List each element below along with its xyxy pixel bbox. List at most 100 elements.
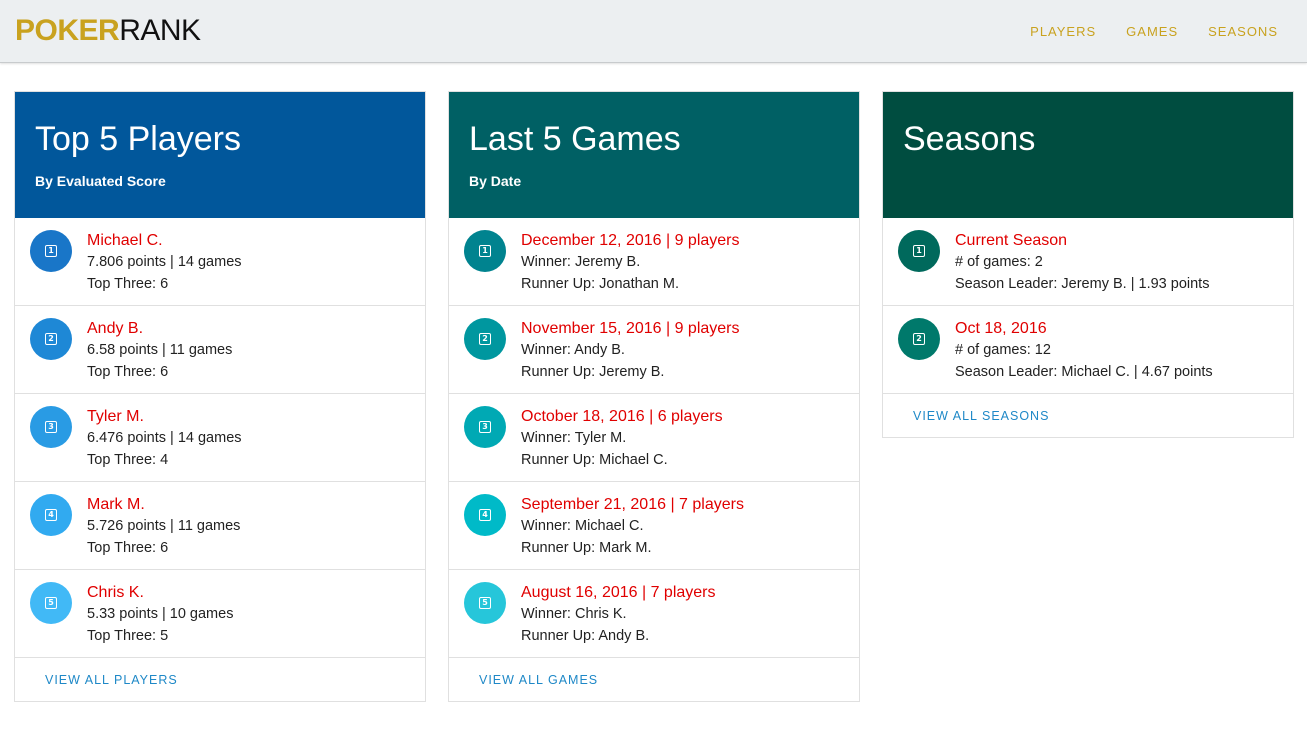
game-title-link[interactable]: September 21, 2016 | 7 players: [521, 495, 859, 515]
rank-badge: 1: [464, 230, 506, 272]
rank-badge: 3: [30, 406, 72, 448]
player-item: 2 Andy B. 6.58 points | 11 games Top Thr…: [15, 306, 425, 394]
season-title-link[interactable]: Oct 18, 2016: [955, 319, 1293, 339]
nav-link-games[interactable]: GAMES: [1111, 24, 1193, 39]
rank-number-icon: 4: [45, 509, 57, 521]
game-item: 5 August 16, 2016 | 7 players Winner: Ch…: [449, 570, 859, 658]
game-winner: Winner: Andy B.: [521, 342, 625, 358]
rank-number-icon: 2: [913, 333, 925, 345]
card-subtitle: By Date: [469, 173, 522, 189]
seasons-list: 1 Current Season # of games: 2 Season Le…: [883, 218, 1293, 394]
rank-badge: 5: [30, 582, 72, 624]
game-title-link[interactable]: December 12, 2016 | 9 players: [521, 231, 859, 251]
card-footer: VIEW ALL SEASONS: [883, 394, 1293, 437]
player-name-link[interactable]: Tyler M.: [87, 407, 425, 427]
game-winner: Winner: Jeremy B.: [521, 254, 641, 270]
player-name-link[interactable]: Andy B.: [87, 319, 425, 339]
player-top-three: Top Three: 6: [87, 276, 169, 292]
view-all-players-link[interactable]: VIEW ALL PLAYERS: [45, 673, 178, 687]
game-title-link[interactable]: October 18, 2016 | 6 players: [521, 407, 859, 427]
rank-number-icon: 5: [479, 597, 491, 609]
view-all-seasons-link[interactable]: VIEW ALL SEASONS: [913, 409, 1049, 423]
player-points: 6.58 points | 11 games: [87, 342, 233, 358]
rank-badge: 2: [30, 318, 72, 360]
player-top-three: Top Three: 6: [87, 540, 169, 556]
rank-number-icon: 1: [479, 245, 491, 257]
player-points: 5.33 points | 10 games: [87, 606, 234, 622]
top-players-card: Top 5 Players By Evaluated Score 1 Micha…: [14, 91, 426, 702]
card-footer: VIEW ALL PLAYERS: [15, 658, 425, 701]
card-title: Seasons: [903, 120, 1036, 158]
game-item: 3 October 18, 2016 | 6 players Winner: T…: [449, 394, 859, 482]
card-title: Last 5 Games: [469, 120, 681, 158]
rank-number-icon: 1: [913, 245, 925, 257]
rank-badge: 2: [464, 318, 506, 360]
game-winner: Winner: Michael C.: [521, 518, 644, 534]
game-runner-up: Runner Up: Michael C.: [521, 452, 668, 468]
player-top-three: Top Three: 6: [87, 364, 169, 380]
rank-number-icon: 2: [479, 333, 491, 345]
player-name-link[interactable]: Chris K.: [87, 583, 425, 603]
player-item: 4 Mark M. 5.726 points | 11 games Top Th…: [15, 482, 425, 570]
rank-number-icon: 5: [45, 597, 57, 609]
player-item: 3 Tyler M. 6.476 points | 14 games Top T…: [15, 394, 425, 482]
rank-badge: 4: [464, 494, 506, 536]
main-content: Top 5 Players By Evaluated Score 1 Micha…: [0, 63, 1307, 755]
game-runner-up: Runner Up: Jeremy B.: [521, 364, 665, 380]
rank-badge: 2: [898, 318, 940, 360]
season-leader: Season Leader: Jeremy B. | 1.93 points: [955, 276, 1210, 292]
rank-number-icon: 3: [479, 421, 491, 433]
player-points: 5.726 points | 11 games: [87, 518, 241, 534]
player-name-link[interactable]: Mark M.: [87, 495, 425, 515]
players-list: 1 Michael C. 7.806 points | 14 games Top…: [15, 218, 425, 658]
rank-badge: 3: [464, 406, 506, 448]
rank-badge: 1: [898, 230, 940, 272]
card-header: Seasons: [883, 92, 1293, 218]
game-item: 1 December 12, 2016 | 9 players Winner: …: [449, 218, 859, 306]
card-title: Top 5 Players: [35, 120, 241, 158]
view-all-games-link[interactable]: VIEW ALL GAMES: [479, 673, 598, 687]
season-leader: Season Leader: Michael C. | 4.67 points: [955, 364, 1213, 380]
game-item: 2 November 15, 2016 | 9 players Winner: …: [449, 306, 859, 394]
rank-number-icon: 2: [45, 333, 57, 345]
last-games-card: Last 5 Games By Date 1 December 12, 2016…: [448, 91, 860, 702]
rank-number-icon: 1: [45, 245, 57, 257]
season-item: 1 Current Season # of games: 2 Season Le…: [883, 218, 1293, 306]
nav-link-seasons[interactable]: SEASONS: [1193, 24, 1293, 39]
game-title-link[interactable]: November 15, 2016 | 9 players: [521, 319, 859, 339]
game-winner: Winner: Tyler M.: [521, 430, 627, 446]
rank-badge: 1: [30, 230, 72, 272]
seasons-card: Seasons 1 Current Season # of games: 2 S…: [882, 91, 1294, 438]
player-top-three: Top Three: 5: [87, 628, 169, 644]
app-logo[interactable]: POKERRANK: [15, 16, 201, 46]
season-item: 2 Oct 18, 2016 # of games: 12 Season Lea…: [883, 306, 1293, 394]
rank-badge: 4: [30, 494, 72, 536]
games-list: 1 December 12, 2016 | 9 players Winner: …: [449, 218, 859, 658]
game-winner: Winner: Chris K.: [521, 606, 627, 622]
rank-number-icon: 3: [45, 421, 57, 433]
rank-badge: 5: [464, 582, 506, 624]
card-footer: VIEW ALL GAMES: [449, 658, 859, 701]
game-runner-up: Runner Up: Andy B.: [521, 628, 650, 644]
card-header: Last 5 Games By Date: [449, 92, 859, 218]
player-item: 5 Chris K. 5.33 points | 10 games Top Th…: [15, 570, 425, 658]
player-points: 6.476 points | 14 games: [87, 430, 242, 446]
game-item: 4 September 21, 2016 | 7 players Winner:…: [449, 482, 859, 570]
rank-number-icon: 4: [479, 509, 491, 521]
player-top-three: Top Three: 4: [87, 452, 169, 468]
season-game-count: # of games: 12: [955, 342, 1051, 358]
logo-part-poker: POKER: [15, 14, 120, 47]
player-points: 7.806 points | 14 games: [87, 254, 242, 270]
player-item: 1 Michael C. 7.806 points | 14 games Top…: [15, 218, 425, 306]
game-title-link[interactable]: August 16, 2016 | 7 players: [521, 583, 859, 603]
season-title-link[interactable]: Current Season: [955, 231, 1293, 251]
game-runner-up: Runner Up: Jonathan M.: [521, 276, 679, 292]
game-runner-up: Runner Up: Mark M.: [521, 540, 652, 556]
card-header: Top 5 Players By Evaluated Score: [15, 92, 425, 218]
nav-link-players[interactable]: PLAYERS: [1015, 24, 1111, 39]
card-subtitle: By Evaluated Score: [35, 173, 166, 189]
season-game-count: # of games: 2: [955, 254, 1043, 270]
nav-links: PLAYERS GAMES SEASONS: [1015, 24, 1293, 39]
player-name-link[interactable]: Michael C.: [87, 231, 425, 251]
navbar: POKERRANK PLAYERS GAMES SEASONS: [0, 0, 1307, 63]
